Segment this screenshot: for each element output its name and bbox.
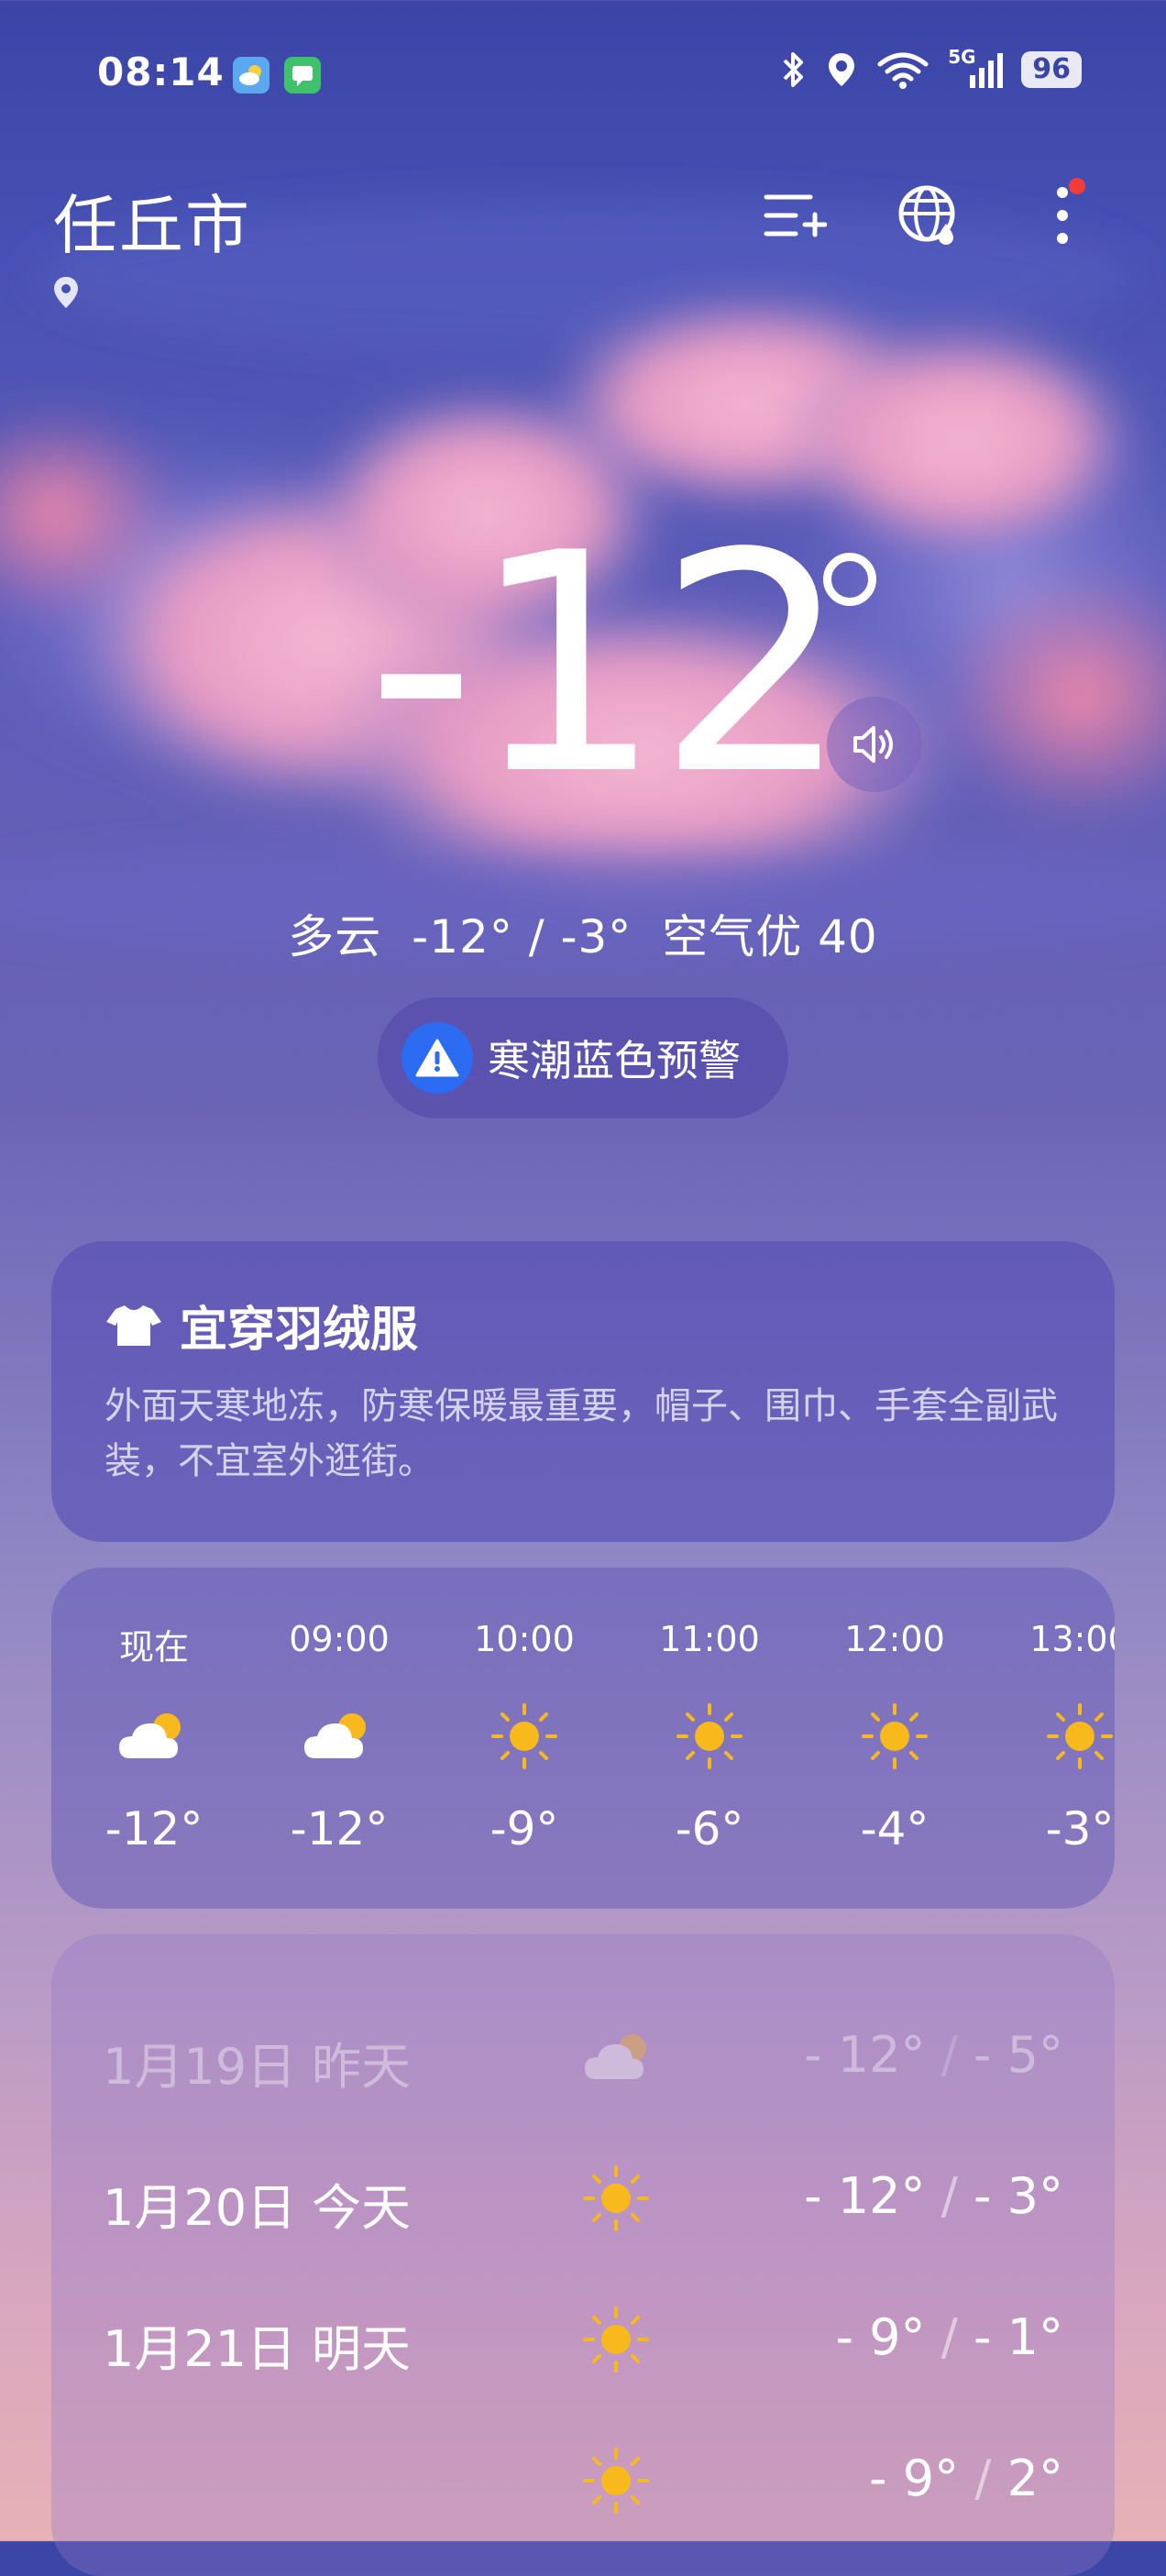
day-label: 昨天	[312, 2038, 411, 2096]
sun-icon	[675, 1701, 744, 1775]
day-low: - 9°	[835, 2308, 926, 2366]
day-temp-range: - 9° / 2°	[869, 2449, 1063, 2507]
partly-cloudy-icon	[581, 2022, 658, 2096]
voice-broadcast-button[interactable]	[827, 697, 922, 792]
sun-icon	[581, 2305, 651, 2378]
wifi-icon	[877, 52, 929, 89]
day-low: - 12°	[804, 2167, 926, 2225]
condition-text: 多云	[288, 910, 382, 963]
status-time: 08:14	[97, 50, 225, 94]
temp-range: -12° / -3°	[412, 910, 632, 963]
warning-icon	[402, 1022, 473, 1094]
day-high: - 1°	[973, 2308, 1063, 2366]
daily-forecast-card[interactable]: 1月19日 昨天 - 12° / - 5° 1月20日 今天 - 12° / - …	[51, 1934, 1115, 2576]
city-name[interactable]: 任丘市	[53, 174, 251, 267]
location-status-icon	[829, 53, 855, 86]
weather-summary: 多云 -12° / -3° 空气优 40	[0, 900, 1166, 966]
clothing-description: 外面天寒地冻，防寒保暖最重要，帽子、围巾、手套全副武装，不宜室外逛街。	[104, 1385, 1058, 1482]
bluetooth-icon	[783, 52, 804, 87]
day-low: - 12°	[804, 2026, 926, 2084]
more-options-button[interactable]	[1021, 174, 1104, 257]
sun-icon	[490, 1701, 559, 1775]
messages-app-notification-icon	[284, 57, 321, 94]
hour-temp: -12°	[290, 1802, 389, 1855]
daily-row[interactable]: 1月20日 今天 - 12° / - 3°	[51, 2152, 1115, 2244]
status-icons: 5G 96	[779, 46, 1082, 90]
sun-icon	[581, 2446, 651, 2519]
hour-temp: -4°	[860, 1802, 930, 1855]
sun-icon	[581, 2163, 651, 2237]
hour-temp: -6°	[675, 1802, 744, 1855]
day-label: 今天	[312, 2179, 411, 2237]
daily-row[interactable]: 1月21日 明天 - 9° / - 1°	[51, 2294, 1115, 2385]
day-date: 1月20日	[103, 2179, 297, 2237]
daily-row[interactable]: - 9° / 2°	[51, 2435, 1115, 2526]
weather-app-notification-icon	[233, 57, 270, 94]
manage-cities-button[interactable]	[754, 174, 836, 257]
day-label: 明天	[312, 2320, 411, 2378]
day-date: 1月21日	[103, 2320, 297, 2378]
global-weather-button[interactable]	[887, 174, 970, 257]
list-add-icon	[764, 194, 827, 237]
day-high: - 5°	[973, 2026, 1063, 2084]
clothing-title: 宜穿羽绒服	[180, 1303, 419, 1358]
hour-temp: -12°	[104, 1802, 204, 1855]
weather-alert-pill[interactable]: 寒潮蓝色预警	[378, 997, 788, 1118]
day-temp-range: - 9° / - 1°	[835, 2308, 1063, 2366]
speaker-icon	[853, 726, 893, 763]
current-temperature: -12	[367, 489, 850, 841]
notification-dot	[1069, 178, 1085, 194]
hour-temp: -9°	[490, 1802, 559, 1855]
hour-time: 12:00	[844, 1619, 945, 1659]
day-high: 2°	[1006, 2449, 1063, 2507]
shirt-icon	[106, 1305, 161, 1346]
globe-icon	[898, 185, 955, 245]
day-temp-range: - 12° / - 3°	[804, 2167, 1063, 2225]
partly-cloudy-icon	[116, 1701, 192, 1775]
sun-icon	[1045, 1701, 1115, 1775]
clothing-suggestion-card[interactable]: 宜穿羽绒服 外面天寒地冻，防寒保暖最重要，帽子、围巾、手套全副武装，不宜室外逛街…	[51, 1241, 1115, 1542]
day-temp-range: - 12° / - 5°	[804, 2026, 1063, 2084]
sun-icon	[860, 1701, 930, 1775]
alert-text: 寒潮蓝色预警	[488, 1036, 741, 1085]
cell-signal-icon: 5G	[948, 46, 1004, 90]
daily-row[interactable]: 1月19日 昨天 - 12° / - 5°	[51, 2011, 1115, 2103]
hour-temp: -3°	[1045, 1802, 1115, 1855]
more-vertical-icon	[1057, 187, 1068, 244]
air-quality[interactable]: 空气优 40	[662, 910, 878, 963]
battery-indicator: 96	[1021, 51, 1082, 88]
day-date: 1月19日	[103, 2038, 297, 2096]
day-high: - 3°	[973, 2167, 1063, 2225]
hour-time: 13:00	[1029, 1619, 1115, 1659]
hour-time: 现在	[118, 1627, 189, 1668]
hour-time: 10:00	[474, 1619, 575, 1659]
hourly-forecast-card[interactable]: 现在 -12° 09:00 -12° 10:00 -9° 11:00 -6° 12:00…	[51, 1568, 1115, 1909]
day-low: - 9°	[869, 2449, 960, 2507]
location-pin-icon	[51, 275, 81, 315]
degree-symbol	[823, 553, 876, 606]
hour-time: 09:00	[289, 1619, 390, 1659]
partly-cloudy-icon	[301, 1701, 378, 1775]
hour-time: 11:00	[659, 1619, 760, 1659]
